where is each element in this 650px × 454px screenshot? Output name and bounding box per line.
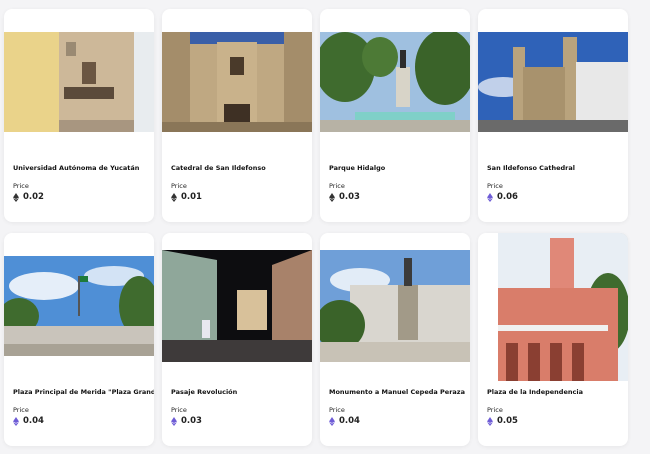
price-label: Price [13, 406, 29, 414]
listing-image-parque-hidalgo[interactable] [320, 32, 470, 132]
listing-title[interactable]: Parque Hidalgo [329, 164, 464, 172]
price-value: 0.01 [181, 192, 202, 202]
listing-image-pasaje-revolucion[interactable] [162, 250, 312, 362]
price-row: 0.06 [487, 192, 518, 202]
listing-image-universidad[interactable] [4, 32, 154, 132]
listing-card[interactable]: Catedral de San Ildefonso Price 0.01 [162, 9, 312, 222]
ethereum-icon [13, 416, 19, 426]
ethereum-icon [487, 192, 493, 202]
price-row: 0.04 [329, 416, 360, 426]
price-label: Price [329, 182, 345, 190]
ethereum-icon [329, 416, 335, 426]
listing-card[interactable]: Plaza de la Independencia Price 0.05 [478, 233, 628, 446]
price-row: 0.01 [171, 192, 202, 202]
price-row: 0.04 [13, 416, 44, 426]
listing-title[interactable]: Plaza de la Independencia [487, 388, 622, 396]
listing-image-san-ildefonso[interactable] [478, 32, 628, 132]
price-value: 0.05 [497, 416, 518, 426]
price-value: 0.06 [497, 192, 518, 202]
listing-title[interactable]: Universidad Autónoma de Yucatán [13, 164, 148, 172]
price-label: Price [171, 406, 187, 414]
listing-image-monumento[interactable] [320, 250, 470, 362]
price-row: 0.03 [171, 416, 202, 426]
price-row: 0.02 [13, 192, 44, 202]
price-row: 0.03 [329, 192, 360, 202]
ethereum-icon [329, 192, 335, 202]
listing-image-plaza-independencia[interactable] [498, 233, 628, 381]
price-value: 0.04 [23, 416, 44, 426]
price-row: 0.05 [487, 416, 518, 426]
price-value: 0.03 [339, 192, 360, 202]
listing-card[interactable]: Parque Hidalgo Price 0.03 [320, 9, 470, 222]
price-value: 0.02 [23, 192, 44, 202]
listing-image-plaza-grande[interactable] [4, 256, 154, 356]
price-value: 0.04 [339, 416, 360, 426]
price-value: 0.03 [181, 416, 202, 426]
ethereum-icon [171, 192, 177, 202]
price-label: Price [487, 182, 503, 190]
listing-card[interactable]: Monumento a Manuel Cepeda Peraza Price 0… [320, 233, 470, 446]
listing-title[interactable]: Monumento a Manuel Cepeda Peraza [329, 388, 465, 396]
ethereum-icon [13, 192, 19, 202]
listing-card[interactable]: Plaza Principal de Merida "Plaza Grande"… [4, 233, 154, 446]
listing-title[interactable]: Pasaje Revolución [171, 388, 306, 396]
listing-title[interactable]: Catedral de San Ildefonso [171, 164, 306, 172]
listing-card[interactable]: Universidad Autónoma de Yucatán Price 0.… [4, 9, 154, 222]
price-label: Price [13, 182, 29, 190]
listing-card[interactable]: Pasaje Revolución Price 0.03 [162, 233, 312, 446]
ethereum-icon [171, 416, 177, 426]
listing-title[interactable]: San Ildefonso Cathedral [487, 164, 622, 172]
price-label: Price [329, 406, 345, 414]
price-label: Price [487, 406, 503, 414]
ethereum-icon [487, 416, 493, 426]
listing-title[interactable]: Plaza Principal de Merida "Plaza Grande" [13, 388, 154, 396]
price-label: Price [171, 182, 187, 190]
listing-card[interactable]: San Ildefonso Cathedral Price 0.06 [478, 9, 628, 222]
listing-image-catedral[interactable] [162, 32, 312, 132]
